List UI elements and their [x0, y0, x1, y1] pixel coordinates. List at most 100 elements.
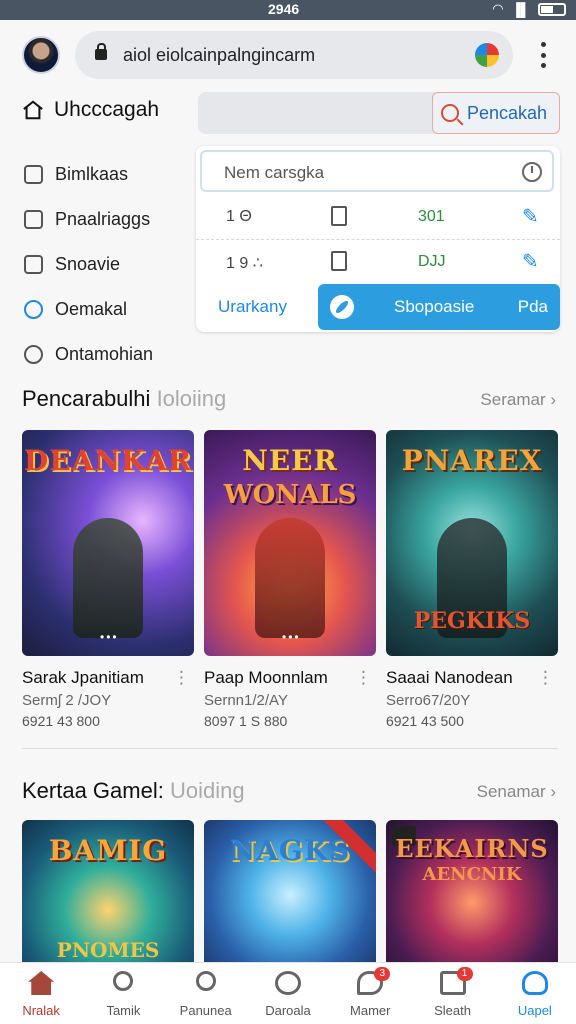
row-green-value: 301	[418, 208, 445, 225]
see-more-link[interactable]: Seramar ›	[480, 390, 556, 410]
game-title: Saaai Nanodean ⋮	[386, 668, 558, 688]
wifi-icon: ◠	[492, 1, 504, 16]
browser-toolbar: aiol eiolcainpalngincarm	[0, 28, 576, 84]
nav-daroala[interactable]: Daroala	[247, 963, 329, 1024]
game-thumbnail: PNAREX PEGKIKS	[386, 430, 558, 656]
mail-icon	[24, 165, 43, 184]
game-logo-line2: WONALS	[223, 480, 357, 510]
game-card[interactable]: PNAREX PEGKIKS Saaai Nanodean ⋮ Serro67/2…	[386, 430, 558, 729]
nav-label: Mamer	[350, 1003, 391, 1018]
avatar[interactable]	[22, 36, 60, 74]
menu-item-label: Oemakal	[55, 299, 128, 319]
primary-button-label-2: Pda	[517, 297, 548, 316]
more-vert-icon[interactable]: ⋮	[355, 668, 372, 688]
game-title: Paap Moonnlam ⋮	[204, 668, 376, 688]
panel-search-field[interactable]: Nem carsgka	[200, 150, 554, 192]
game-subtitle: Sernn1/2/AY	[204, 692, 288, 709]
doc-icon	[24, 255, 43, 274]
more-vert-icon[interactable]: ⋮	[173, 668, 190, 688]
nav-profile[interactable]: Uapel	[494, 963, 576, 1024]
menu-item-5[interactable]: Ontamohian	[24, 332, 153, 377]
game-subtitle: Serro67/20Y	[386, 692, 471, 709]
page-title: Uhcccagah	[54, 98, 160, 121]
row-green-value: DJJ	[418, 253, 446, 270]
menu-item-1[interactable]: Bimlkaas	[24, 152, 153, 197]
game-logo-line2: PNOMES	[56, 938, 160, 962]
dropdown-row[interactable]: 1 Θ 301 ✎	[196, 196, 560, 240]
panel-left-button[interactable]: Urarkany	[196, 284, 318, 330]
address-bar[interactable]: aiol eiolcainpalngincarm	[75, 31, 513, 79]
game-thumbnail: BAMIG PNOMES	[22, 820, 194, 970]
menu-item-4[interactable]: Oemakal	[24, 287, 153, 332]
game-logo: EEKAIRNS	[395, 834, 549, 863]
game-subtitle: Sermʃ 2 /JOY	[22, 692, 112, 709]
side-menu: Bimlkaas Pnaalriaggs Snoavie Oemakal Ont…	[24, 152, 153, 377]
section-title: Pencarabulhi Ioloiing	[22, 386, 226, 412]
search-button[interactable]: Pencakah	[432, 92, 560, 134]
see-more-label: Seramar	[480, 390, 546, 409]
game-meta: 8097 1 S 880	[204, 713, 288, 729]
nav-label: Panunea	[179, 1003, 232, 1018]
nav-tamik[interactable]: Tamik	[82, 963, 164, 1024]
game-meta: 6921 43 800	[22, 713, 100, 729]
game-carousel: BAMIG PNOMES NAGKS EEKAIRNS AENCNIK	[22, 820, 558, 970]
edit-icon[interactable]: ✎	[522, 249, 539, 274]
row-value: 1 Θ	[226, 208, 252, 225]
game-card[interactable]: EEKAIRNS AENCNIK	[386, 820, 558, 970]
game-carousel: DEANKAR ••• Sarak Jpanitiam ⋮ Sermʃ 2 /JO…	[22, 430, 558, 729]
user-icon	[521, 971, 548, 995]
nav-panunea[interactable]: Panunea	[165, 963, 247, 1024]
menu-item-3[interactable]: Snoavie	[24, 242, 153, 287]
panel-primary-button[interactable]: Sbopoasie Pda	[318, 284, 560, 330]
game-thumbnail: NAGKS	[204, 820, 376, 970]
clock-icon[interactable]	[522, 162, 542, 182]
browser-logo-icon[interactable]	[475, 43, 499, 67]
game-card[interactable]: NEER WONALS ••• Paap Moonnlam ⋮ Sernn1/2/…	[204, 430, 376, 729]
notification-badge: 3	[374, 967, 391, 981]
more-vert-icon[interactable]: ⋮	[537, 668, 554, 688]
section-header: Kertaa Gamel: Uoiding Senamar ›	[22, 778, 556, 808]
game-meta: 6921 43 500	[386, 713, 464, 729]
section-title-text: Pencarabulhi	[22, 386, 151, 411]
notification-badge: 1	[456, 967, 473, 981]
search-button-label: Pencakah	[467, 102, 548, 123]
nav-label: Tamik	[106, 1003, 141, 1018]
pager-dots: •••	[100, 630, 119, 644]
row-value: 1 9 ∴	[226, 255, 263, 272]
file-icon	[24, 210, 43, 229]
search-dropdown: Nem carsgka 1 Θ 301 ✎ 1 9 ∴ DJJ ✎ Urarka…	[196, 146, 560, 332]
globe-icon	[24, 300, 43, 319]
see-more-link[interactable]: Senamar ›	[477, 782, 556, 802]
nav-label: Sleath	[434, 1003, 471, 1018]
search-input[interactable]: Pencakah	[198, 92, 560, 134]
home-icon	[28, 971, 55, 995]
divider	[22, 748, 558, 749]
nav-sleath[interactable]: 1 Sleath	[411, 963, 493, 1024]
kebab-menu-icon[interactable]	[541, 42, 547, 68]
section-title: Kertaa Gamel: Uoiding	[22, 778, 245, 804]
game-card[interactable]: BAMIG PNOMES	[22, 820, 194, 970]
menu-item-label: Pnaalriaggs	[55, 209, 151, 229]
game-card[interactable]: NAGKS	[204, 820, 376, 970]
game-title-text: Saaai Nanodean	[386, 668, 513, 687]
game-logo: BAMIG	[48, 834, 168, 867]
home-outline-icon[interactable]	[22, 99, 44, 121]
edit-icon[interactable]: ✎	[522, 204, 539, 229]
timer-icon	[24, 345, 43, 364]
section-subtitle: Uoiding	[169, 778, 245, 803]
game-card[interactable]: DEANKAR ••• Sarak Jpanitiam ⋮ Sermʃ 2 /JO…	[22, 430, 194, 729]
battery-icon	[538, 2, 566, 16]
menu-item-label: Bimlkaas	[55, 164, 129, 184]
nav-home[interactable]: Nralak	[0, 963, 82, 1024]
section-header: Pencarabulhi Ioloiing Seramar ›	[22, 386, 556, 416]
nav-mamer[interactable]: 3 Mamer	[329, 963, 411, 1024]
panel-placeholder: Nem carsgka	[224, 163, 325, 182]
game-thumbnail: EEKAIRNS AENCNIK	[386, 820, 558, 970]
search-icon	[195, 971, 216, 991]
circle-icon	[274, 971, 301, 995]
dropdown-row[interactable]: 1 9 ∴ DJJ ✎	[196, 241, 560, 285]
file-icon	[331, 206, 347, 226]
game-logo: PNAREX	[401, 444, 543, 477]
menu-item-2[interactable]: Pnaalriaggs	[24, 197, 153, 242]
game-thumbnail: DEANKAR •••	[22, 430, 194, 656]
